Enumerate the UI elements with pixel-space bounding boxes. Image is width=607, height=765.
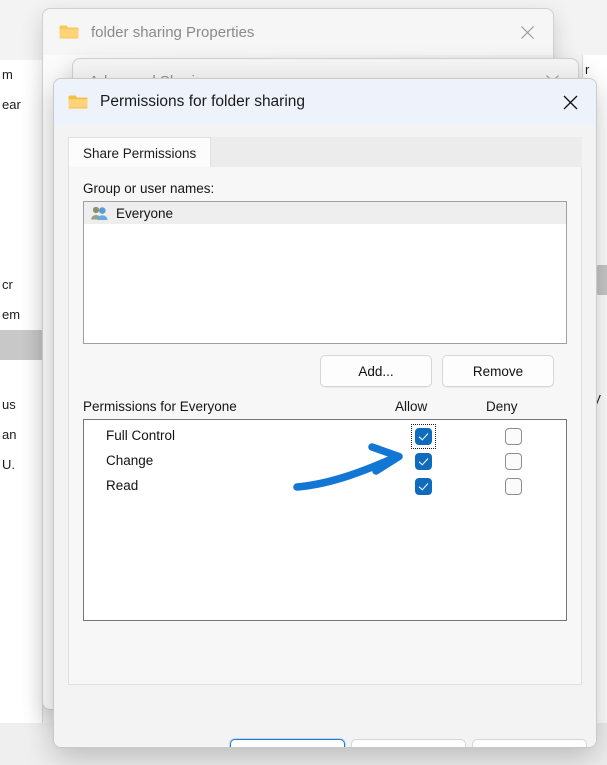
permission-label: Change [106,453,154,468]
tab-strip: Share Permissions [68,137,582,170]
properties-title: folder sharing Properties [91,23,255,41]
list-item-label: Everyone [116,205,174,221]
permissions-titlebar: Permissions for folder sharing [54,79,596,125]
background-list-item: U. [2,457,15,472]
add-button[interactable]: Add... [320,355,432,387]
tab-share-permissions[interactable]: Share Permissions [68,137,212,170]
group-users-icon [91,206,108,220]
permission-row[interactable]: Read [84,475,566,500]
background-left-bottom-panel [0,683,43,723]
background-list-item [0,180,42,210]
group-user-listbox[interactable]: Everyone [83,201,567,344]
add-button-label: Add... [358,363,394,379]
full-control-allow-checkbox[interactable] [415,428,432,445]
close-icon [520,25,534,39]
cancel-button[interactable]: Cancel [351,739,466,747]
background-left-list: m ear cr em us an U. [0,60,43,685]
background-list-item [0,150,42,180]
permission-row[interactable]: Full Control [84,424,566,450]
change-deny-checkbox[interactable] [505,453,522,470]
background-list-item: ear [2,97,21,112]
tab-label: Share Permissions [83,146,197,161]
apply-button[interactable]: Apply [472,739,587,747]
permissions-dialog[interactable]: Permissions for folder sharing Share Per… [53,78,597,748]
background-list-item: an [2,427,17,442]
permissions-for-everyone-label: Permissions for Everyone [83,399,237,414]
permission-label: Read [106,478,139,493]
close-icon [563,95,577,109]
background-list-item [0,330,42,360]
dialog-body: Share Permissions Group or user names: E… [54,125,596,747]
background-list-item: em [2,307,21,322]
list-item-everyone[interactable]: Everyone [84,202,566,224]
permission-label: Full Control [106,428,176,443]
dialog-close-button[interactable] [548,82,592,122]
background-list-item: cr [2,277,13,292]
background-list-item [0,210,42,240]
remove-button[interactable]: Remove [442,355,554,387]
folder-icon [68,95,88,109]
remove-button-label: Remove [472,363,524,379]
change-allow-checkbox[interactable] [415,453,432,470]
read-allow-checkbox[interactable] [415,478,432,495]
column-header-allow: Allow [395,399,428,414]
background-list-item [0,240,42,270]
background-list-item: us [2,397,16,412]
background-list-item: m [2,67,13,82]
background-list-item [0,120,42,150]
dialog-title: Permissions for folder sharing [100,93,306,110]
ok-button[interactable]: OK [230,739,345,747]
column-header-deny: Deny [486,399,518,414]
properties-titlebar: folder sharing Properties [43,9,553,55]
properties-close-icon[interactable] [507,16,547,48]
folder-icon [59,25,79,39]
share-permissions-page: Group or user names: Everyone Add... Rem… [68,167,582,685]
permission-row[interactable]: Change [84,450,566,475]
permissions-listbox[interactable]: Full Control Change Read [83,419,567,621]
background-list-item [0,480,42,510]
full-control-deny-checkbox[interactable] [505,428,522,445]
group-or-user-names-label: Group or user names: [83,181,215,196]
read-deny-checkbox[interactable] [505,478,522,495]
background-list-item [0,360,42,390]
